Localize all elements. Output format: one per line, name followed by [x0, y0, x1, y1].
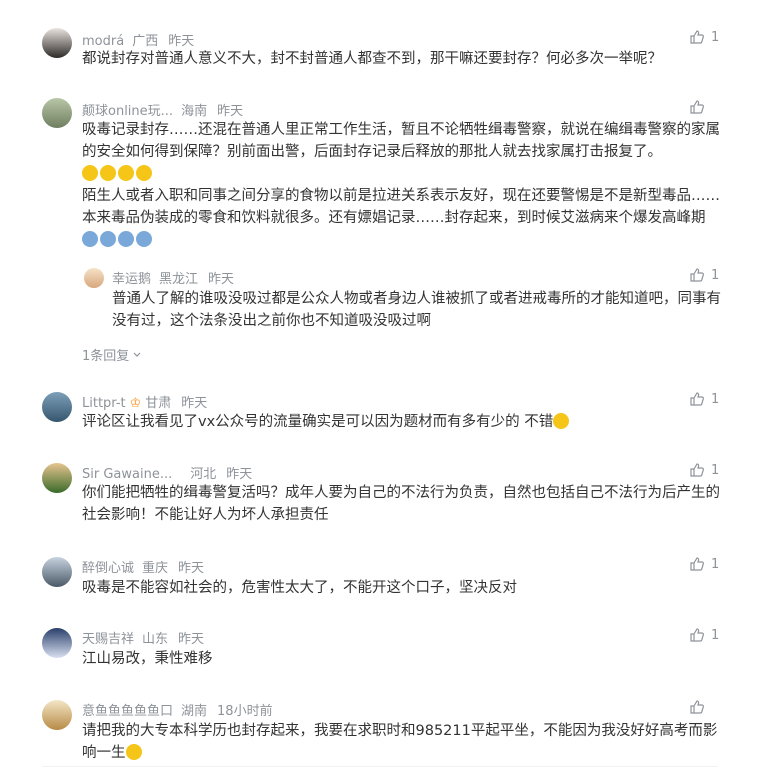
avatar[interactable]: [84, 268, 104, 288]
thumbs-up-icon: [690, 268, 704, 282]
timestamp: 昨天: [181, 396, 208, 411]
comment-meta: 醉倒心诚 重庆 昨天: [82, 557, 204, 576]
comment-text: 评论区让我看见了vx公众号的流量确实是可以因为题材而有多有少的 不错: [82, 411, 722, 433]
crying-emoji: [136, 165, 152, 181]
comment-text: 都说封存对普通人意义不大，封不封普通人都查不到，那干嘛还要封存？何必多次一举呢？: [82, 51, 662, 67]
username[interactable]: modrá: [82, 34, 124, 49]
location: 山东: [142, 632, 169, 647]
thumbs-up-icon: [690, 463, 704, 477]
scream-emoji: [136, 231, 152, 247]
timestamp: 昨天: [217, 104, 244, 119]
timestamp: 昨天: [226, 467, 253, 482]
comment-meta: 颠球online玩... 海南 昨天: [82, 100, 243, 119]
chevron-down-icon: [133, 352, 141, 357]
timestamp: 昨天: [178, 632, 205, 647]
thumbs-up-icon: [690, 700, 704, 714]
like-button[interactable]: 1: [689, 462, 719, 478]
like-button[interactable]: 1: [689, 29, 719, 45]
like-count: 1: [711, 556, 720, 572]
comment-meta: 天赐吉祥 山东 昨天: [82, 628, 204, 647]
timestamp: 昨天: [168, 34, 195, 49]
comment-paragraph: 陌生人或者入职和同事之间分享的食物以前是拉进关系表示友好，现在还要警惕是不是新型…: [82, 188, 720, 226]
avatar[interactable]: [42, 28, 72, 58]
divider: [42, 766, 718, 767]
like-count: 1: [711, 462, 720, 478]
comment-meta: Littpr-t ♔ 甘肃 昨天: [82, 392, 207, 411]
comment-paragraph: 请把我的大专本科学历也封存起来，我要在求职时和985211平起平坐，不能因为我没…: [82, 723, 718, 761]
location: 甘肃: [145, 396, 172, 411]
timestamp: 昨天: [208, 272, 235, 287]
avatar[interactable]: [42, 557, 72, 587]
scream-emoji: [100, 231, 116, 247]
username[interactable]: Sir Gawaine...: [82, 467, 172, 482]
like-button[interactable]: 1: [689, 267, 719, 283]
like-button[interactable]: 1: [689, 391, 719, 407]
comment-paragraph: 评论区让我看见了vx公众号的流量确实是可以因为题材而有多有少的 不错: [82, 414, 554, 430]
avatar[interactable]: [42, 392, 72, 422]
crying-emoji: [82, 165, 98, 181]
smile-emoji: [125, 744, 142, 760]
username[interactable]: 颠球online玩...: [82, 104, 173, 119]
comment-meta: modrá 广西 昨天: [82, 30, 194, 49]
thumbs-up-icon: [690, 30, 704, 44]
reply-text: 普通人了解的谁吸没吸过都是公众人物或者身边人谁被抓了或者进戒毒所的才能知道吧，同…: [112, 291, 721, 329]
avatar[interactable]: [42, 628, 72, 658]
scream-emoji: [82, 231, 98, 247]
username[interactable]: 天赐吉祥: [82, 632, 134, 647]
like-count: 1: [711, 29, 720, 45]
like-button[interactable]: [689, 99, 711, 115]
crying-emoji: [100, 165, 116, 181]
reply-meta: 幸运鹅 黑龙江 昨天: [112, 268, 234, 287]
thumbs-up-icon: [690, 392, 704, 406]
avatar[interactable]: [42, 98, 72, 128]
avatar[interactable]: [42, 700, 72, 730]
view-replies-link[interactable]: 1条回复: [82, 345, 141, 364]
scream-emoji: [118, 231, 134, 247]
location: 广西: [132, 34, 159, 49]
member-badge: ♔: [129, 396, 142, 411]
comment-text: 江山易改，秉性难移: [82, 651, 213, 667]
location: 重庆: [142, 561, 169, 576]
comment-text: 吸毒记录封存……还混在普通人里正常工作生活，暂且不论牺牲缉毒警察，就说在编缉毒警…: [82, 119, 722, 251]
avatar[interactable]: [42, 463, 72, 493]
like-button[interactable]: [689, 699, 711, 715]
thumbs-up-icon: [690, 557, 704, 571]
reply-count: 1条回复: [82, 349, 130, 364]
location: 湖南: [181, 704, 208, 719]
like-count: 1: [711, 391, 720, 407]
comment-meta: 意鱼鱼鱼鱼鱼口 湖南 18小时前: [82, 700, 273, 719]
location: 河北: [190, 467, 217, 482]
thumbs-up-icon: [690, 100, 704, 114]
username[interactable]: 幸运鹅: [112, 272, 151, 287]
comment-meta: Sir Gawaine... 河北 昨天: [82, 463, 252, 482]
comment-paragraph: 吸毒记录封存……还混在普通人里正常工作生活，暂且不论牺牲缉毒警察，就说在编缉毒警…: [82, 122, 720, 160]
like-count: 1: [711, 267, 720, 283]
location: 黑龙江: [159, 272, 199, 287]
username[interactable]: 醉倒心诚: [82, 561, 134, 576]
comment-text: 吸毒是不能容如社会的，危害性太大了，不能开这个口子，坚决反对: [82, 580, 517, 596]
location: 海南: [181, 104, 208, 119]
crying-emoji: [118, 165, 134, 181]
like-count: 1: [711, 627, 720, 643]
username[interactable]: 意鱼鱼鱼鱼鱼口: [82, 704, 173, 719]
username[interactable]: Littpr-t: [82, 396, 126, 411]
smile-emoji: [553, 413, 570, 429]
timestamp: 18小时前: [217, 704, 273, 719]
like-button[interactable]: 1: [689, 556, 719, 572]
comment-text: 你们能把牺牲的缉毒警复活吗？成年人要为自己的不法行为负责，自然也包括自己不法行为…: [82, 485, 720, 523]
timestamp: 昨天: [178, 561, 205, 576]
comment-text: 请把我的大专本科学历也封存起来，我要在求职时和985211平起平坐，不能因为我没…: [82, 720, 722, 764]
like-button[interactable]: 1: [689, 627, 719, 643]
thumbs-up-icon: [690, 628, 704, 642]
